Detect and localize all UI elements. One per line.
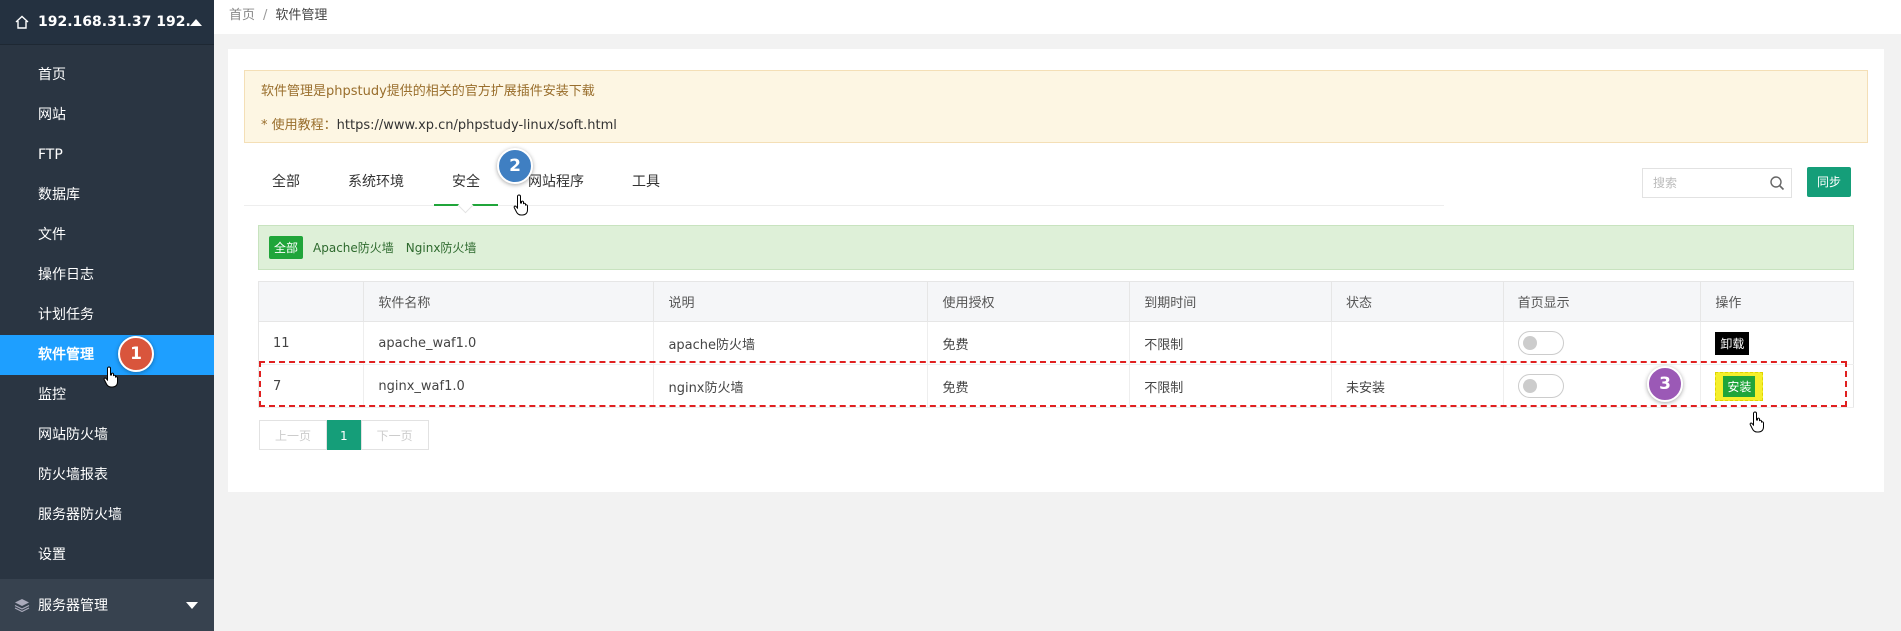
sidebar-item-firewall-report[interactable]: 防火墙报表 <box>0 455 214 495</box>
header-actions: 操作 <box>1700 281 1854 322</box>
toggle-knob <box>1522 336 1537 350</box>
tab-tools[interactable]: 工具 <box>614 159 678 206</box>
server-switcher[interactable]: 192.168.31.37 192.1... <box>0 0 214 45</box>
step-badge-1: 1 <box>118 336 154 372</box>
pagination: 上一页 1 下一页 <box>259 420 429 450</box>
header-status: 状态 <box>1330 281 1504 322</box>
homepage-toggle[interactable] <box>1517 374 1564 398</box>
sidebar-item-home[interactable]: 首页 <box>0 55 214 95</box>
content-card: 软件管理是phpstudy提供的相关的官方扩展插件安装下载 * 使用教程：htt… <box>228 49 1884 492</box>
sidebar-menu: 首页 网站 FTP 数据库 文件 操作日志 计划任务 软件管理 监控 网站防火墙… <box>0 45 214 575</box>
hand-cursor-icon <box>1749 411 1764 433</box>
filter-apache-waf[interactable]: Apache防火墙 <box>313 239 394 256</box>
notice-line-1: 软件管理是phpstudy提供的相关的官方扩展插件安装下载 <box>261 84 595 99</box>
search-icon[interactable] <box>1769 175 1785 191</box>
header-id <box>257 281 365 322</box>
filter-nginx-waf[interactable]: Nginx防火墙 <box>406 239 477 256</box>
notice-line-2: * 使用教程：https://www.xp.cn/phpstudy-linux/… <box>261 115 1851 137</box>
sidebar: 192.168.31.37 192.1... 首页 网站 FTP 数据库 文件 … <box>0 0 214 631</box>
cell-expire: 不限制 <box>1129 321 1332 365</box>
notice-prefix: * 使用教程： <box>261 118 337 133</box>
header-desc: 说明 <box>653 281 929 322</box>
notice-box: 软件管理是phpstudy提供的相关的官方扩展插件安装下载 * 使用教程：htt… <box>244 70 1868 143</box>
sidebar-item-waf[interactable]: 网站防火墙 <box>0 415 214 455</box>
chevron-down-icon <box>186 601 198 609</box>
sidebar-item-server-firewall[interactable]: 服务器防火墙 <box>0 495 214 535</box>
cell-name: nginx_waf1.0 <box>363 364 654 408</box>
sidebar-item-logs[interactable]: 操作日志 <box>0 255 214 295</box>
table-header-row: 软件名称 说明 使用授权 到期时间 状态 首页显示 操作 <box>257 281 1854 322</box>
sidebar-item-cron[interactable]: 计划任务 <box>0 295 214 335</box>
filter-all[interactable]: 全部 <box>269 236 304 259</box>
install-highlight: 安装 <box>1715 371 1764 401</box>
search-box <box>1642 168 1792 198</box>
cell-license: 免费 <box>927 321 1130 365</box>
hand-cursor-icon <box>103 366 118 388</box>
cell-name: apache_waf1.0 <box>363 321 654 365</box>
breadcrumb-current: 软件管理 <box>275 8 328 23</box>
server-management-label: 服务器管理 <box>38 598 108 614</box>
search-input[interactable] <box>1653 176 1763 190</box>
breadcrumb-home[interactable]: 首页 <box>229 8 255 23</box>
sidebar-item-settings[interactable]: 设置 <box>0 535 214 575</box>
tab-all[interactable]: 全部 <box>254 159 318 206</box>
caret-up-icon[interactable] <box>190 18 202 26</box>
prev-page-button[interactable]: 上一页 <box>259 420 328 450</box>
tutorial-link[interactable]: https://www.xp.cn/phpstudy-linux/soft.ht… <box>337 118 617 133</box>
breadcrumb-separator: / <box>263 8 268 23</box>
cell-status: 未安装 <box>1330 364 1504 408</box>
cell-homepage-display <box>1502 321 1701 365</box>
step-badge-3: 3 <box>1647 366 1683 402</box>
header-name: 软件名称 <box>363 281 655 322</box>
header-expire: 到期时间 <box>1129 281 1332 322</box>
cell-license: 免费 <box>927 364 1130 408</box>
cell-actions: 卸载 <box>1700 321 1854 365</box>
cell-id: 11 <box>257 321 364 365</box>
uninstall-button[interactable]: 卸载 <box>1715 331 1750 355</box>
step-badge-2: 2 <box>497 148 533 184</box>
software-table: 软件名称 说明 使用授权 到期时间 状态 首页显示 操作 11 apache_w… <box>257 281 1854 408</box>
home-icon <box>15 15 29 29</box>
category-tabs: 全部 系统环境 安全 网站程序 工具 <box>244 159 1444 206</box>
sidebar-item-database[interactable]: 数据库 <box>0 175 214 215</box>
table-row: 11 apache_waf1.0 apache防火墙 免费 不限制 卸载 <box>257 321 1854 365</box>
server-management[interactable]: 服务器管理 <box>0 579 214 631</box>
header-license: 使用授权 <box>927 281 1131 322</box>
cell-desc: nginx防火墙 <box>653 364 928 408</box>
server-host: 192.168.31.37 192.1... <box>38 14 190 30</box>
sidebar-item-website[interactable]: 网站 <box>0 95 214 135</box>
install-button[interactable]: 安装 <box>1723 375 1756 397</box>
cell-desc: apache防火墙 <box>653 321 928 365</box>
subcategory-filter: 全部 Apache防火墙 Nginx防火墙 <box>258 225 1854 270</box>
page-1-button[interactable]: 1 <box>327 420 361 450</box>
cell-status <box>1330 321 1504 365</box>
breadcrumb: 首页 / 软件管理 <box>214 0 1901 34</box>
tab-system-env[interactable]: 系统环境 <box>330 159 422 206</box>
cell-actions: 安装 <box>1700 364 1854 408</box>
header-homepage-display: 首页显示 <box>1502 281 1702 322</box>
sync-button[interactable]: 同步 <box>1807 167 1851 197</box>
cell-expire: 不限制 <box>1129 364 1332 408</box>
hand-cursor-icon <box>513 194 528 216</box>
table-row: 7 nginx_waf1.0 nginx防火墙 免费 不限制 未安装 安装 <box>257 364 1854 408</box>
homepage-toggle[interactable] <box>1517 331 1564 355</box>
next-page-button[interactable]: 下一页 <box>360 420 429 450</box>
tab-security[interactable]: 安全 <box>434 159 498 206</box>
sidebar-item-ftp[interactable]: FTP <box>0 135 214 175</box>
sidebar-item-files[interactable]: 文件 <box>0 215 214 255</box>
layers-icon <box>14 599 30 613</box>
cell-id: 7 <box>257 364 364 408</box>
toggle-knob <box>1522 379 1537 393</box>
